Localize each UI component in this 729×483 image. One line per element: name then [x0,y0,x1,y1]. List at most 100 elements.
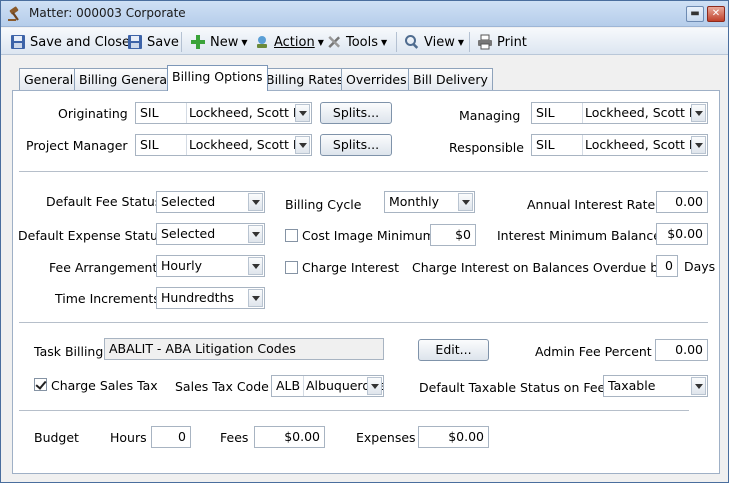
toolbar-separator [396,32,397,52]
title-bar: Matter: 000003 Corporate ▬ ✕ [1,1,728,27]
action-menu-button[interactable]: Action ▼ [254,32,324,52]
chevron-down-icon[interactable] [295,136,310,154]
billing-cycle-select[interactable]: Monthly [384,191,475,213]
dropdown-caret-icon: ▼ [457,37,465,47]
sales-tax-code-label: Sales Tax Code [175,379,269,394]
time-increments-select[interactable]: Hundredths [156,287,265,309]
chevron-down-icon[interactable] [248,225,263,243]
responsible-code: SIL [536,137,555,152]
overdue-days-unit: Days [684,259,716,274]
chevron-down-icon[interactable] [691,136,706,154]
billing-cycle-label: Billing Cycle [285,197,362,212]
save-and-close-label: Save and Close [30,34,131,50]
tab-bill-delivery[interactable]: Bill Delivery [408,68,493,90]
budget-label: Budget [34,430,79,445]
section-divider [19,322,708,323]
managing-name: Lockheed, Scott I. [585,105,697,120]
default-taxable-status-label: Default Taxable Status on Fees [419,380,612,395]
budget-expenses-input[interactable]: $0.00 [418,426,489,448]
responsible-name: Lockheed, Scott I. [585,137,697,152]
tab-billing-general[interactable]: Billing General [74,68,176,90]
managing-attorney-combo[interactable]: SIL Lockheed, Scott I. [531,102,708,124]
cost-image-minimum-input[interactable]: $0 [430,224,476,246]
default-taxable-status-select[interactable]: Taxable [603,375,708,397]
close-button[interactable]: ✕ [707,6,725,22]
budget-hours-label: Hours [110,430,147,445]
charge-sales-tax-checkbox[interactable] [34,378,47,391]
charge-interest-checkbox[interactable] [285,261,298,274]
dropdown-caret-icon: ▼ [317,37,324,47]
sales-tax-code-combo[interactable]: ALB Albuquerque [271,375,384,397]
tab-billing-rates[interactable]: Billing Rates [261,68,349,90]
tab-overrides[interactable]: Overrides [341,68,412,90]
chevron-down-icon[interactable] [691,104,706,122]
charge-interest-overdue-label: Charge Interest on Balances Overdue by [412,260,666,275]
combo-divider [186,135,187,155]
budget-fees-input[interactable]: $0.00 [254,426,325,448]
default-fee-status-value: Selected [161,194,216,209]
budget-fees-label: Fees [220,430,249,445]
project-manager-combo[interactable]: SIL Lockheed, Scott I. [135,134,312,156]
chevron-down-icon[interactable] [248,193,263,211]
minimize-button[interactable]: ▬ [686,6,704,22]
default-expense-status-select[interactable]: Selected [156,223,265,245]
budget-hours-input[interactable]: 0 [151,426,191,448]
sales-tax-code: ALB [276,378,301,393]
view-menu-button[interactable]: View ▼ [404,32,464,52]
combo-divider [582,135,583,155]
interest-minimum-balance-input[interactable]: $0.00 [656,223,708,245]
default-fee-status-select[interactable]: Selected [156,191,265,213]
project-manager-splits-button[interactable]: Splits... [320,134,392,156]
originating-attorney-combo[interactable]: SIL Lockheed, Scott I. [135,102,312,124]
tab-billing-options[interactable]: Billing Options [167,65,268,91]
cost-image-minimum-checkbox[interactable] [285,229,298,242]
originating-splits-button[interactable]: Splits... [320,102,392,124]
toolbar-separator [469,32,470,52]
combo-divider [582,103,583,123]
toolbar-separator [181,32,182,52]
chevron-down-icon[interactable] [248,257,263,275]
chevron-down-icon[interactable] [295,104,310,122]
save-icon [128,35,142,49]
overdue-days-input[interactable]: 0 [656,255,678,277]
chevron-down-icon[interactable] [458,193,473,211]
project-manager-label: Project Manager [26,138,128,153]
task-billing-edit-button[interactable]: Edit... [418,339,489,361]
default-taxable-status-value: Taxable [608,378,656,393]
dropdown-caret-icon: ▼ [381,37,388,47]
fee-arrangement-select[interactable]: Hourly [156,255,265,277]
save-and-close-button[interactable]: Save and Close [10,32,130,52]
printer-icon [478,34,492,50]
chevron-down-icon[interactable] [248,289,263,307]
project-manager-code: SIL [140,137,159,152]
section-divider [19,410,689,411]
tools-menu-button[interactable]: Tools ▼ [326,32,387,52]
admin-fee-percent-input[interactable]: 0.00 [655,339,708,361]
print-button[interactable]: Print [477,32,527,52]
magnifier-icon [405,35,419,49]
new-label: New [210,34,239,50]
dropdown-caret-icon: ▼ [241,37,248,47]
action-icon [257,36,267,48]
time-increments-value: Hundredths [161,290,235,305]
tools-icon [328,35,341,49]
combo-divider [303,376,304,396]
save-button[interactable]: Save [127,32,179,52]
default-expense-status-label: Default Expense Status [18,228,165,243]
tab-general[interactable]: General [19,68,79,90]
save-close-icon [11,35,25,49]
window-title: Matter: 000003 Corporate [29,6,186,20]
cost-image-minimum-label: Cost Image Minimum [302,228,435,243]
task-billing-field: ABALIT - ABA Litigation Codes [104,338,384,360]
annual-interest-rate-input[interactable]: 0.00 [656,191,708,213]
managing-code: SIL [536,105,555,120]
chevron-down-icon[interactable] [691,377,706,395]
new-menu-button[interactable]: New ▼ [190,32,248,52]
originating-name: Lockheed, Scott I. [189,105,301,120]
responsible-attorney-combo[interactable]: SIL Lockheed, Scott I. [531,134,708,156]
tools-label: Tools [346,34,379,50]
charge-interest-label: Charge Interest [302,260,399,275]
default-fee-status-label: Default Fee Status [46,194,162,209]
combo-divider [186,103,187,123]
chevron-down-icon[interactable] [367,377,382,395]
